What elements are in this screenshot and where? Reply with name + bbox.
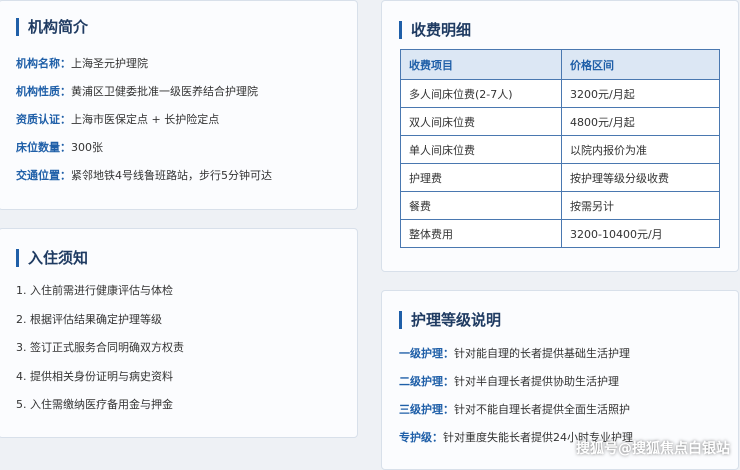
table-row: 护理费 按护理等级分级收费 — [400, 163, 720, 192]
fee-price-cell: 4800元/月起 — [561, 107, 720, 136]
fee-item-cell: 多人间床位费(2-7人) — [400, 79, 562, 108]
info-value: 黄浦区卫健委批准一级医养结合护理院 — [71, 85, 258, 98]
info-label: 资质认证： — [16, 113, 71, 126]
info-value: 300张 — [71, 141, 103, 154]
info-value: 紧邻地铁4号线鲁班路站，步行5分钟可达 — [71, 169, 272, 182]
intro-row-beds: 床位数量：300张 — [16, 139, 103, 155]
info-label: 交通位置： — [16, 169, 71, 182]
fee-price-cell: 按护理等级分级收费 — [561, 163, 720, 192]
fee-item-cell: 餐费 — [400, 191, 562, 220]
table-row: 单人间床位费 以院内报价为准 — [400, 135, 720, 164]
fee-price-cell: 以院内报价为准 — [561, 135, 720, 164]
care-level-desc: 针对能自理的长者提供基础生活护理 — [454, 347, 630, 360]
fee-table-header: 收费项目 价格区间 — [400, 49, 720, 80]
fee-price-cell: 3200-10400元/月 — [561, 219, 720, 248]
title-accent-bar — [16, 17, 19, 36]
care-level-row: 三级护理：针对不能自理长者提供全面生活照护 — [399, 401, 630, 417]
info-value: 上海圣元护理院 — [71, 57, 148, 70]
fee-col-item: 收费项目 — [400, 49, 562, 80]
care-level-label: 二级护理： — [399, 375, 454, 388]
fees-title-text: 收费明细 — [411, 21, 472, 39]
intro-card: 机构简介 机构名称：上海圣元护理院 机构性质：黄浦区卫健委批准一级医养结合护理院… — [0, 0, 358, 210]
care-level-label: 三级护理： — [399, 403, 454, 416]
fee-item-cell: 双人间床位费 — [400, 107, 562, 136]
table-row: 整体费用 3200-10400元/月 — [400, 219, 720, 248]
info-label: 机构性质： — [16, 85, 71, 98]
fee-price-cell: 3200元/月起 — [561, 79, 720, 108]
title-accent-bar — [16, 248, 19, 267]
table-row: 双人间床位费 4800元/月起 — [400, 107, 720, 136]
intro-row-traffic: 交通位置：紧邻地铁4号线鲁班路站，步行5分钟可达 — [16, 167, 272, 183]
admission-item: 2. 根据评估结果确定护理等级 — [16, 313, 162, 326]
fees-card: 收费明细 收费项目 价格区间 多人间床位费(2-7人) 3200元/月起 双人间… — [381, 0, 739, 272]
title-accent-bar — [399, 310, 402, 329]
watermark: 搜狐号@搜狐焦点白银站 — [576, 441, 730, 457]
intro-title-text: 机构简介 — [28, 18, 89, 36]
care-level-label: 一级护理： — [399, 347, 454, 360]
intro-row-nature: 机构性质：黄浦区卫健委批准一级医养结合护理院 — [16, 83, 258, 99]
title-accent-bar — [399, 20, 402, 39]
admission-item: 5. 入住需缴纳医疗备用金与押金 — [16, 398, 173, 411]
care-level-desc: 针对不能自理长者提供全面生活照护 — [454, 403, 630, 416]
fee-item-cell: 护理费 — [400, 163, 562, 192]
admission-item: 4. 提供相关身份证明与病史资料 — [16, 370, 173, 383]
admission-item: 1. 入住前需进行健康评估与体检 — [16, 284, 173, 297]
care-level-label: 专护级： — [399, 431, 443, 444]
fee-col-price: 价格区间 — [561, 49, 720, 80]
fee-item-cell: 整体费用 — [400, 219, 562, 248]
info-label: 机构名称： — [16, 57, 71, 70]
intro-row-name: 机构名称：上海圣元护理院 — [16, 55, 148, 71]
admission-title-text: 入住须知 — [28, 249, 89, 267]
table-row: 餐费 按需另计 — [400, 191, 720, 220]
fee-price-cell: 按需另计 — [561, 191, 720, 220]
admission-title: 入住须知 — [16, 247, 88, 268]
fee-table: 收费项目 价格区间 多人间床位费(2-7人) 3200元/月起 双人间床位费 4… — [400, 49, 720, 248]
table-row: 多人间床位费(2-7人) 3200元/月起 — [400, 79, 720, 108]
info-label: 床位数量： — [16, 141, 71, 154]
care-levels-title: 护理等级说明 — [399, 309, 501, 330]
fee-item-cell: 单人间床位费 — [400, 135, 562, 164]
care-level-row: 一级护理：针对能自理的长者提供基础生活护理 — [399, 345, 630, 361]
care-level-row: 二级护理：针对半自理长者提供协助生活护理 — [399, 373, 619, 389]
admission-card: 入住须知 1. 入住前需进行健康评估与体检 2. 根据评估结果确定护理等级 3.… — [0, 228, 358, 438]
intro-row-cert: 资质认证：上海市医保定点 + 长护险定点 — [16, 111, 219, 127]
care-level-desc: 针对半自理长者提供协助生活护理 — [454, 375, 619, 388]
admission-item: 3. 签订正式服务合同明确双方权责 — [16, 341, 184, 354]
info-value: 上海市医保定点 + 长护险定点 — [71, 113, 220, 126]
fees-title: 收费明细 — [399, 19, 471, 40]
care-levels-title-text: 护理等级说明 — [411, 311, 502, 329]
intro-title: 机构简介 — [16, 16, 88, 37]
